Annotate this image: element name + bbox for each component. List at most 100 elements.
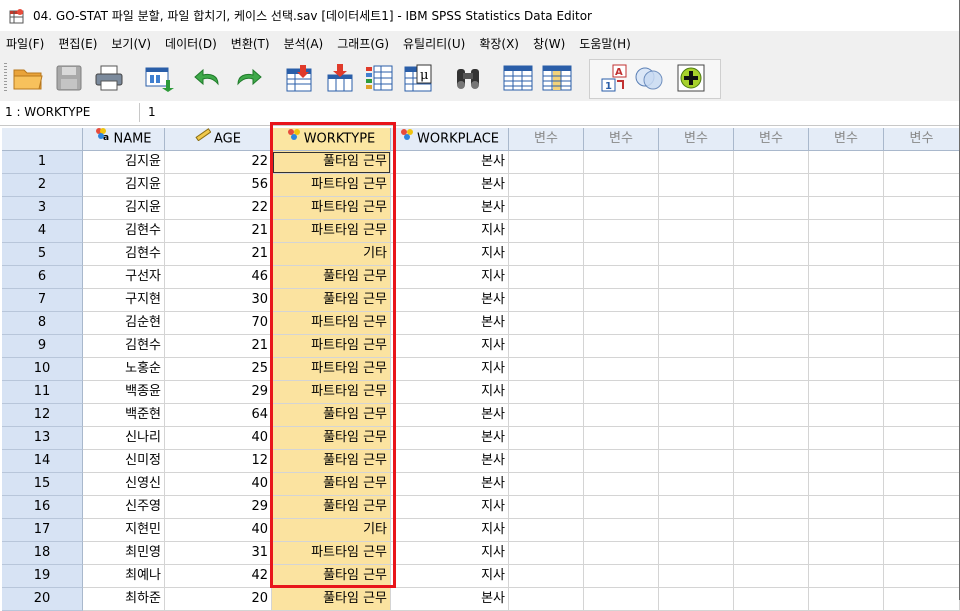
cell-workplace[interactable]: 지사 bbox=[391, 381, 509, 404]
cell-worktype[interactable]: 풀타임 근무 bbox=[272, 427, 391, 450]
cell-empty[interactable] bbox=[509, 542, 584, 565]
cell-empty[interactable] bbox=[509, 450, 584, 473]
cell-empty[interactable] bbox=[659, 266, 734, 289]
cell-name[interactable]: 김순현 bbox=[83, 312, 165, 335]
cell-workplace[interactable]: 지사 bbox=[391, 335, 509, 358]
cell-empty[interactable] bbox=[734, 542, 809, 565]
cell-workplace[interactable]: 지사 bbox=[391, 243, 509, 266]
column-header-var[interactable]: 변수 bbox=[809, 128, 884, 151]
column-header-var[interactable]: 변수 bbox=[584, 128, 659, 151]
save-icon[interactable] bbox=[52, 62, 86, 94]
row-number[interactable]: 7 bbox=[2, 289, 83, 312]
cell-empty[interactable] bbox=[809, 266, 884, 289]
cell-age[interactable]: 12 bbox=[165, 450, 272, 473]
cell-empty[interactable] bbox=[509, 312, 584, 335]
menu-file[interactable]: 파일(F) bbox=[0, 35, 51, 52]
cell-empty[interactable] bbox=[809, 358, 884, 381]
cell-empty[interactable] bbox=[509, 473, 584, 496]
row-number[interactable]: 19 bbox=[2, 565, 83, 588]
cell-empty[interactable] bbox=[734, 289, 809, 312]
row-number[interactable]: 4 bbox=[2, 220, 83, 243]
cell-empty[interactable] bbox=[734, 381, 809, 404]
cell-empty[interactable] bbox=[884, 519, 960, 542]
cell-empty[interactable] bbox=[659, 243, 734, 266]
cell-empty[interactable] bbox=[509, 289, 584, 312]
cell-name[interactable]: 신주영 bbox=[83, 496, 165, 519]
cell-empty[interactable] bbox=[809, 197, 884, 220]
cell-workplace[interactable]: 본사 bbox=[391, 404, 509, 427]
row-number[interactable]: 14 bbox=[2, 450, 83, 473]
row-number[interactable]: 17 bbox=[2, 519, 83, 542]
corner-cell[interactable] bbox=[2, 128, 83, 151]
cell-name[interactable]: 신영신 bbox=[83, 473, 165, 496]
cell-empty[interactable] bbox=[584, 197, 659, 220]
redo-icon[interactable] bbox=[232, 62, 266, 94]
cell-empty[interactable] bbox=[734, 496, 809, 519]
cell-empty[interactable] bbox=[884, 427, 960, 450]
cell-empty[interactable] bbox=[809, 335, 884, 358]
cell-name[interactable]: 구지현 bbox=[83, 289, 165, 312]
cell-empty[interactable] bbox=[659, 565, 734, 588]
menu-analyze[interactable]: 분석(A) bbox=[277, 35, 331, 52]
menu-view[interactable]: 보기(V) bbox=[104, 35, 158, 52]
cell-empty[interactable] bbox=[584, 289, 659, 312]
menu-data[interactable]: 데이터(D) bbox=[158, 35, 224, 52]
cell-empty[interactable] bbox=[584, 312, 659, 335]
cell-value-input[interactable]: 1 bbox=[148, 103, 156, 122]
cell-empty[interactable] bbox=[809, 450, 884, 473]
cell-empty[interactable] bbox=[734, 335, 809, 358]
cell-workplace[interactable]: 본사 bbox=[391, 151, 509, 174]
column-header-workplace[interactable]: WORKPLACE bbox=[391, 128, 509, 151]
cell-age[interactable]: 40 bbox=[165, 473, 272, 496]
cell-name[interactable]: 구선자 bbox=[83, 266, 165, 289]
variables-icon[interactable] bbox=[362, 62, 396, 94]
cell-empty[interactable] bbox=[659, 289, 734, 312]
cell-empty[interactable] bbox=[809, 289, 884, 312]
menu-graphs[interactable]: 그래프(G) bbox=[330, 35, 396, 52]
cell-empty[interactable] bbox=[584, 358, 659, 381]
column-header-name[interactable]: a NAME bbox=[83, 128, 165, 151]
go-to-case-icon[interactable] bbox=[282, 62, 316, 94]
cell-empty[interactable] bbox=[509, 519, 584, 542]
row-number[interactable]: 11 bbox=[2, 381, 83, 404]
cell-name[interactable]: 김지윤 bbox=[83, 151, 165, 174]
cell-empty[interactable] bbox=[509, 197, 584, 220]
column-header-var[interactable]: 변수 bbox=[734, 128, 809, 151]
cell-empty[interactable] bbox=[884, 381, 960, 404]
cell-empty[interactable] bbox=[659, 220, 734, 243]
cell-empty[interactable] bbox=[809, 542, 884, 565]
cell-empty[interactable] bbox=[584, 266, 659, 289]
cell-empty[interactable] bbox=[809, 427, 884, 450]
cell-age[interactable]: 21 bbox=[165, 243, 272, 266]
cell-workplace[interactable]: 본사 bbox=[391, 450, 509, 473]
cell-empty[interactable] bbox=[884, 220, 960, 243]
cell-empty[interactable] bbox=[884, 174, 960, 197]
cell-empty[interactable] bbox=[584, 519, 659, 542]
row-number[interactable]: 13 bbox=[2, 427, 83, 450]
cell-empty[interactable] bbox=[884, 450, 960, 473]
row-number[interactable]: 3 bbox=[2, 197, 83, 220]
row-number[interactable]: 16 bbox=[2, 496, 83, 519]
cell-empty[interactable] bbox=[509, 427, 584, 450]
cell-age[interactable]: 40 bbox=[165, 427, 272, 450]
recall-dialog-icon[interactable] bbox=[142, 62, 176, 94]
find-icon[interactable] bbox=[451, 62, 485, 94]
run-descriptives-icon[interactable]: μ bbox=[401, 62, 435, 94]
row-number[interactable]: 18 bbox=[2, 542, 83, 565]
cell-empty[interactable] bbox=[734, 151, 809, 174]
cell-worktype[interactable]: 파트타임 근무 bbox=[272, 335, 391, 358]
cell-empty[interactable] bbox=[884, 197, 960, 220]
insert-cases-icon[interactable] bbox=[501, 62, 535, 94]
cell-age[interactable]: 40 bbox=[165, 519, 272, 542]
cell-empty[interactable] bbox=[809, 151, 884, 174]
row-number[interactable]: 6 bbox=[2, 266, 83, 289]
cell-empty[interactable] bbox=[884, 289, 960, 312]
cell-empty[interactable] bbox=[884, 496, 960, 519]
cell-worktype[interactable]: 풀타임 근무 bbox=[272, 496, 391, 519]
cell-empty[interactable] bbox=[509, 335, 584, 358]
cell-empty[interactable] bbox=[809, 174, 884, 197]
cell-empty[interactable] bbox=[809, 519, 884, 542]
cell-age[interactable]: 31 bbox=[165, 542, 272, 565]
cell-age[interactable]: 21 bbox=[165, 220, 272, 243]
cell-name[interactable]: 노홍순 bbox=[83, 358, 165, 381]
